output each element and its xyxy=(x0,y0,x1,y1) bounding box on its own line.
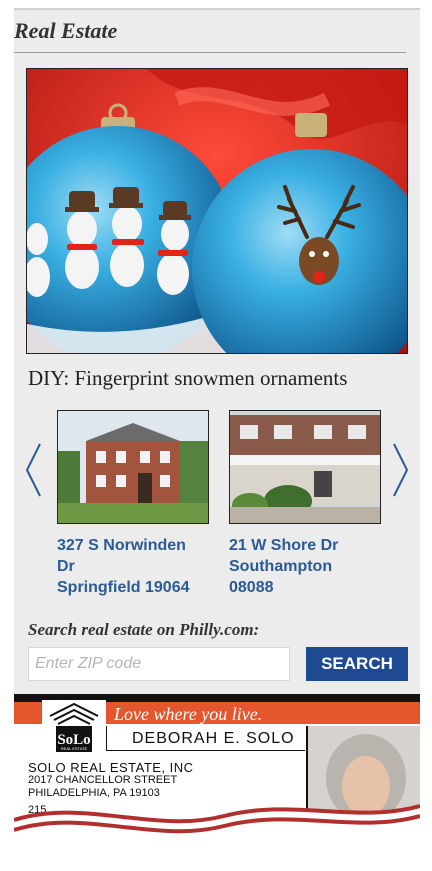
chevron-left-icon xyxy=(25,443,41,497)
title-divider xyxy=(14,52,406,53)
logo-subtext: REAL ESTATE xyxy=(61,746,88,751)
torn-edge-wave xyxy=(14,804,420,866)
chevron-right-icon xyxy=(393,443,409,497)
listing-photo[interactable] xyxy=(57,410,209,524)
listing-link[interactable]: 327 S Norwinden Dr Springfield 19064 xyxy=(57,535,217,598)
carousel-next-button[interactable] xyxy=(390,440,412,500)
search-label: Search real estate on Philly.com: xyxy=(28,620,260,639)
company-street: 2017 CHANCELLOR STREET xyxy=(28,774,178,786)
listing-address-line: Southampton xyxy=(229,558,333,575)
solo-logo-graphic: SoLo REAL ESTATE xyxy=(49,702,99,752)
ornaments-photo xyxy=(27,69,407,353)
listing-address-line: 21 W Shore Dr xyxy=(229,537,339,554)
listing-address-line: 08088 xyxy=(229,579,274,596)
hero-caption[interactable]: DIY: Fingerprint snowmen ornaments xyxy=(28,366,347,391)
company-name: SOLO REAL ESTATE, INC xyxy=(28,760,194,775)
house-photo-1 xyxy=(58,411,208,523)
search-button[interactable]: SEARCH xyxy=(306,647,408,681)
agent-name: DEBORAH E. SOLO xyxy=(132,730,295,747)
listing-photo[interactable] xyxy=(229,410,381,524)
ad-tagline: Love where you live. xyxy=(114,704,263,724)
section-title: Real Estate xyxy=(14,18,118,43)
top-divider xyxy=(14,8,420,10)
listing-address-line: Springfield 19064 xyxy=(57,579,190,596)
house-photo-2 xyxy=(230,411,380,523)
listing-address-line: Dr xyxy=(57,558,75,575)
listing-address-line: 327 S Norwinden xyxy=(57,537,186,554)
listing-link[interactable]: 21 W Shore Dr Southampton 08088 xyxy=(229,535,389,598)
zip-code-input[interactable] xyxy=(28,647,290,681)
carousel-prev-button[interactable] xyxy=(22,440,44,500)
advertisement-banner[interactable]: Love where you live. SoLo REAL ESTATE DE… xyxy=(14,694,420,866)
hero-image[interactable] xyxy=(26,68,408,354)
solo-logo: SoLo REAL ESTATE xyxy=(42,700,106,760)
